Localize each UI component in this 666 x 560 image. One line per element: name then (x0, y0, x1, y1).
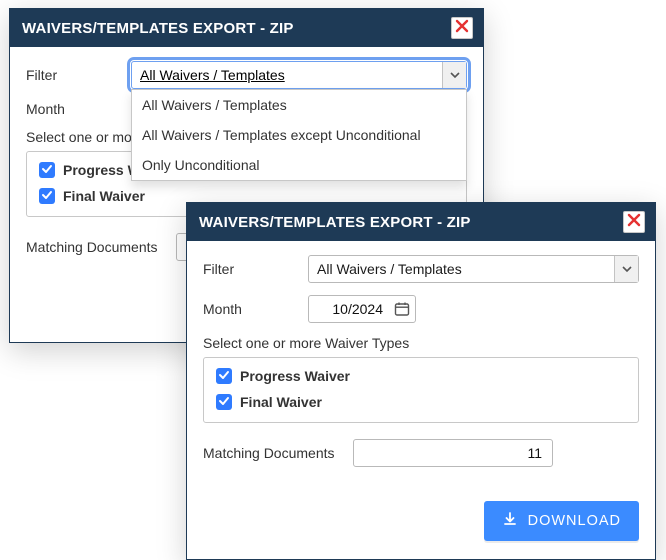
progress-waiver-checkbox[interactable] (39, 162, 55, 178)
progress-waiver-checkbox[interactable] (216, 368, 232, 384)
waiver-types-box: Progress Waiver Final Waiver (203, 357, 639, 423)
check-icon (218, 394, 230, 410)
month-field[interactable] (308, 295, 416, 323)
matching-documents-label: Matching Documents (203, 445, 353, 461)
chevron-down-icon[interactable] (614, 256, 638, 282)
matching-documents-field[interactable] (353, 439, 553, 467)
progress-waiver-row: Progress Waiver (216, 368, 626, 384)
final-waiver-checkbox[interactable] (216, 394, 232, 410)
filter-row: Filter All Waivers / Templates All Waive… (26, 61, 467, 89)
final-waiver-checkbox[interactable] (39, 188, 55, 204)
download-button[interactable]: DOWNLOAD (484, 501, 639, 541)
filter-select[interactable]: All Waivers / Templates (308, 255, 639, 283)
close-button[interactable] (451, 17, 473, 39)
close-icon (627, 213, 641, 231)
titlebar: WAIVERS/TEMPLATES EXPORT - ZIP (187, 203, 655, 241)
filter-selected-value: All Waivers / Templates (132, 62, 442, 88)
filter-dropdown: All Waivers / Templates All Waivers / Te… (131, 89, 467, 181)
download-icon (502, 511, 518, 531)
final-waiver-row: Final Waiver (216, 394, 626, 410)
dialog-body: Filter All Waivers / Templates Month Sel… (187, 241, 655, 485)
month-row: Month (203, 295, 639, 323)
progress-waiver-label: Progress Waiver (240, 368, 350, 384)
dialog-title: WAIVERS/TEMPLATES EXPORT - ZIP (22, 20, 294, 37)
final-waiver-label: Final Waiver (240, 394, 322, 410)
chevron-down-icon[interactable] (442, 62, 466, 88)
dialog-footer: DOWNLOAD (187, 485, 655, 559)
filter-selected-value: All Waivers / Templates (309, 256, 614, 282)
waiver-types-label: Select one or more Waiver Types (203, 335, 639, 351)
calendar-icon[interactable] (389, 296, 415, 322)
month-label: Month (203, 301, 308, 317)
check-icon (41, 162, 53, 178)
close-icon (455, 19, 469, 37)
matching-documents-row: Matching Documents (203, 439, 639, 467)
matching-documents-label: Matching Documents (26, 239, 176, 255)
titlebar: WAIVERS/TEMPLATES EXPORT - ZIP (10, 9, 483, 47)
filter-label: Filter (26, 67, 131, 83)
dialog-title: WAIVERS/TEMPLATES EXPORT - ZIP (199, 214, 471, 231)
filter-row: Filter All Waivers / Templates (203, 255, 639, 283)
filter-option[interactable]: Only Unconditional (132, 150, 466, 180)
check-icon (218, 368, 230, 384)
download-label: DOWNLOAD (528, 513, 621, 529)
close-button[interactable] (623, 211, 645, 233)
export-dialog: WAIVERS/TEMPLATES EXPORT - ZIP Filter Al… (186, 202, 656, 560)
month-label: Month (26, 101, 131, 117)
month-input[interactable] (309, 296, 389, 322)
final-waiver-label: Final Waiver (63, 188, 145, 204)
filter-option[interactable]: All Waivers / Templates except Unconditi… (132, 120, 466, 150)
check-icon (41, 188, 53, 204)
filter-select[interactable]: All Waivers / Templates All Waivers / Te… (131, 61, 467, 89)
filter-option[interactable]: All Waivers / Templates (132, 90, 466, 120)
filter-label: Filter (203, 261, 308, 277)
